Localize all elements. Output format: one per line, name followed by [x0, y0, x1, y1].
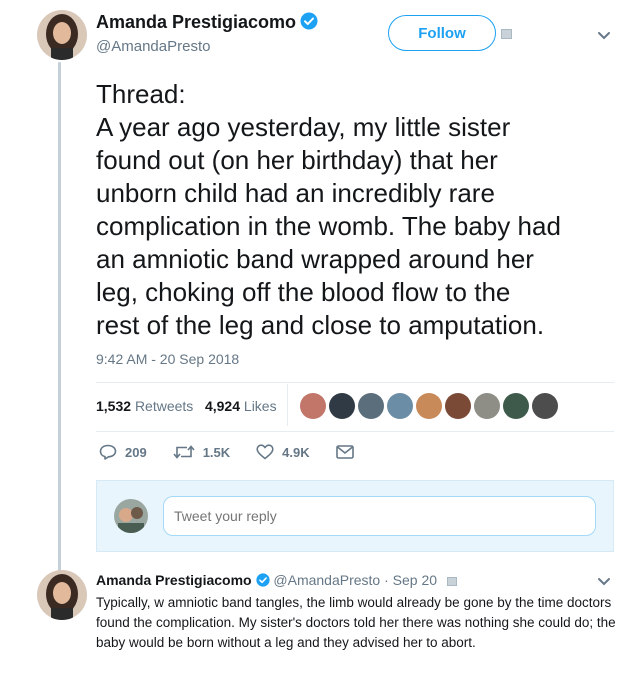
- tweet-text-line: leg, choking off the blood flow to the: [96, 277, 511, 307]
- liker-avatar[interactable]: [329, 393, 355, 419]
- tweet-text-line: an amniotic band wrapped around her: [96, 244, 534, 274]
- reply-input[interactable]: [163, 496, 596, 536]
- card-icon: [501, 29, 512, 39]
- like-count: 4.9K: [282, 444, 310, 460]
- envelope-icon: [335, 445, 354, 459]
- stats-divider: [287, 384, 288, 426]
- tweet-actions: 209 1.5K 4.9K: [99, 444, 388, 460]
- tweet-text-line: found out (on her birthday) that her: [96, 145, 498, 175]
- liker-avatar[interactable]: [387, 393, 413, 419]
- heart-icon: [256, 444, 274, 460]
- verified-badge-icon: [255, 573, 270, 590]
- retweets-label: Retweets: [134, 398, 194, 414]
- reply-author-name[interactable]: Amanda Prestigiacomo: [96, 572, 252, 588]
- reply-icon: [99, 444, 117, 460]
- divider: [96, 431, 614, 432]
- chevron-down-icon[interactable]: [597, 574, 611, 592]
- like-action[interactable]: 4.9K: [256, 444, 310, 460]
- retweet-icon: [173, 445, 195, 459]
- likes-stat[interactable]: 4,924 Likes: [205, 398, 277, 414]
- tweet-text-line: Thread:: [96, 79, 186, 109]
- retweet-count: 1.5K: [202, 444, 231, 460]
- retweets-count: 1,532: [96, 398, 132, 414]
- reply-header: Amanda Prestigiacomo @AmandaPresto · Sep…: [96, 572, 457, 590]
- dm-action[interactable]: [335, 445, 362, 459]
- tweet-text-line: complication in the womb. The baby had: [96, 211, 561, 241]
- reply-action[interactable]: 209: [99, 444, 147, 460]
- reply-author-avatar[interactable]: [37, 570, 87, 620]
- reply-composer: [96, 480, 614, 552]
- likes-label: Likes: [243, 398, 277, 414]
- liker-avatar[interactable]: [474, 393, 500, 419]
- retweets-stat[interactable]: 1,532 Retweets: [96, 398, 193, 414]
- liker-avatar[interactable]: [416, 393, 442, 419]
- reply-count: 209: [125, 444, 147, 460]
- author-handle[interactable]: @AmandaPresto: [96, 38, 318, 55]
- likes-count: 4,924: [204, 398, 241, 414]
- liker-avatar[interactable]: [503, 393, 529, 419]
- liker-avatar[interactable]: [532, 393, 558, 419]
- thread-line: [58, 62, 61, 572]
- current-user-avatar: [114, 499, 148, 533]
- follow-button[interactable]: Follow: [388, 15, 496, 51]
- tweet-stats: 1,532 Retweets 4,924 Likes: [96, 398, 277, 414]
- tweet-timestamp[interactable]: 9:42 AM - 20 Sep 2018: [96, 351, 239, 367]
- liker-avatar[interactable]: [300, 393, 326, 419]
- reply-text: Typically, w amniotic band tangles, the …: [96, 595, 616, 650]
- likers-avatars: [300, 393, 558, 419]
- reply-date[interactable]: Sep 20: [393, 572, 437, 588]
- tweet-author: Amanda Prestigiacomo @AmandaPresto: [96, 12, 318, 55]
- verified-badge-icon: [300, 12, 318, 35]
- liker-avatar[interactable]: [445, 393, 471, 419]
- divider: [96, 382, 614, 383]
- tweet-text-line: unborn child had an incredibly rare: [96, 178, 495, 208]
- reply-author-handle[interactable]: @AmandaPresto: [273, 572, 380, 588]
- tweet-text-line: A year ago yesterday, my little sister: [96, 112, 511, 142]
- tweet-text: Thread: A year ago yesterday, my little …: [96, 78, 626, 342]
- tweet-text-line: rest of the leg and close to amputation.: [96, 310, 545, 340]
- author-avatar[interactable]: [37, 10, 87, 60]
- author-name[interactable]: Amanda Prestigiacomo: [96, 12, 296, 33]
- card-icon: [446, 577, 457, 586]
- retweet-action[interactable]: 1.5K: [173, 444, 230, 460]
- chevron-down-icon[interactable]: [597, 28, 611, 46]
- liker-avatar[interactable]: [358, 393, 384, 419]
